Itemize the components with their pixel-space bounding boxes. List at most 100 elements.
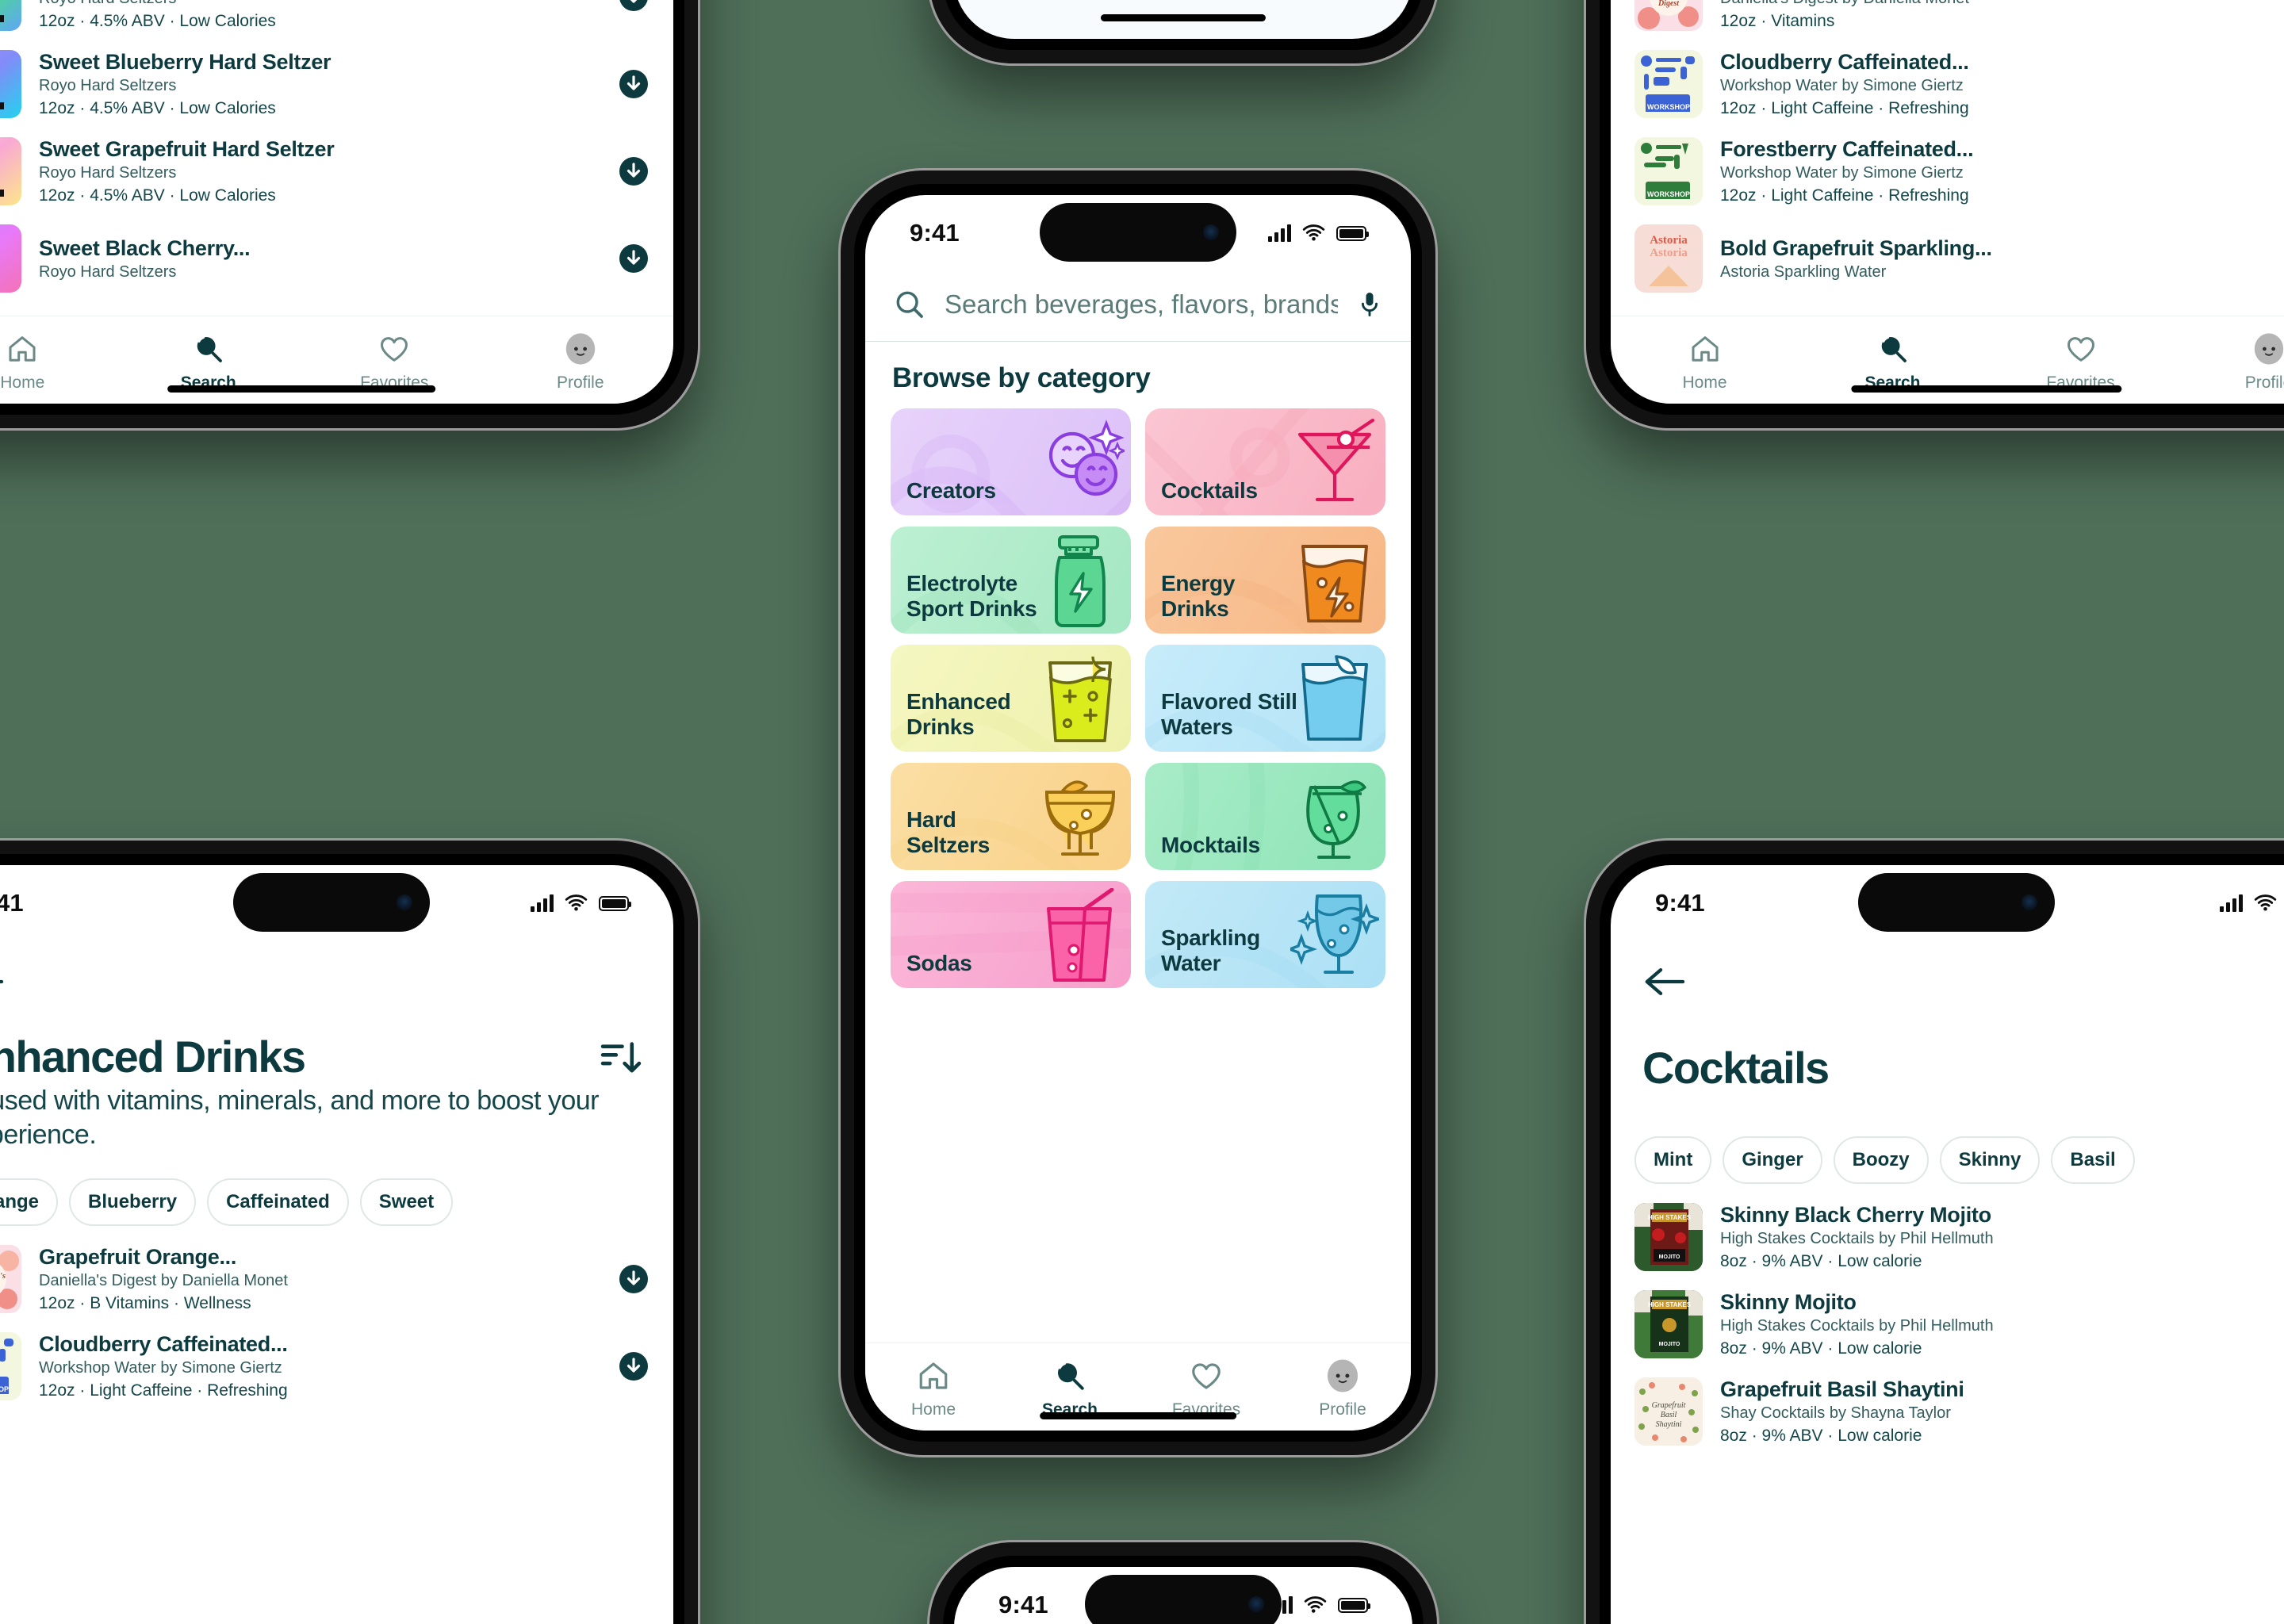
cellular-bars-icon <box>2220 894 2243 912</box>
category-tile-energy-drinks[interactable]: Energy Drinks <box>1145 527 1385 634</box>
category-grid[interactable]: Creators Cocktails Electrolyte Sport Dri… <box>865 408 1411 988</box>
filter-chip[interactable]: Orange <box>0 1178 59 1227</box>
filter-chip[interactable]: Mint <box>1634 1136 1712 1185</box>
phone-frame-enhanced-drinks: 9:41 Enhanced Drinks Infused with vitami… <box>0 841 698 1624</box>
category-tile-creators[interactable]: Creators <box>891 408 1131 515</box>
category-tile-flavored-still-waters[interactable]: Flavored Still Waters <box>1145 645 1385 752</box>
tab-label: Home <box>1682 373 1727 392</box>
product-spec: 12oz · Light Caffeine · Refreshing <box>1720 186 1969 205</box>
category-label: Sodas <box>906 950 972 975</box>
list-item[interactable]: HIGH STAKES MOJITO Skinny Mojito High Sta… <box>1611 1281 2284 1368</box>
category-tile-cocktails[interactable]: Cocktails <box>1145 408 1385 515</box>
back-arrow-icon[interactable] <box>1642 965 1687 998</box>
list-item[interactable]: ROYO Sweet Blueberry Hard Seltzer Royo H… <box>0 40 673 128</box>
list-item[interactable]: Astoria Astoria Bold Grapefruit Sparkling… <box>1611 215 2284 302</box>
filter-chip[interactable]: Blueberry <box>69 1178 197 1227</box>
home-icon <box>917 1358 950 1394</box>
tab-profile[interactable]: Profile <box>2175 331 2284 393</box>
still-water-icon <box>1290 652 1379 749</box>
enhanced-drinks-list[interactable]: Daniella'sDigest Grapefruit Orange... Da… <box>0 1235 673 1410</box>
microphone-icon[interactable] <box>1357 290 1382 319</box>
search-bar[interactable]: Search beverages, flavors, brands... <box>865 271 1411 342</box>
tab-home[interactable]: Home <box>865 1358 1002 1419</box>
download-icon[interactable] <box>618 0 650 13</box>
list-item[interactable]: HIGH STAKES MOJITO Skinny Black Cherry Mo… <box>1611 1193 2284 1281</box>
product-name: Forestberry Caffeinated... <box>1720 137 1974 161</box>
heart-icon <box>378 331 410 367</box>
svg-text:WORKSHOP: WORKSHOP <box>1647 190 1690 198</box>
category-tile-enhanced-drinks[interactable]: Enhanced Drinks <box>891 645 1131 752</box>
hard-seltzer-result-list[interactable]: SEAREDEMILY SEARS Orange Hard Seltzer Se… <box>0 0 673 302</box>
list-item[interactable]: ROYO Sweet Grapefruit Hard Seltzer Royo … <box>0 128 673 215</box>
cellular-bars-icon <box>1268 224 1291 242</box>
list-item[interactable]: WORKSHOP Cloudberry Caffeinated... Works… <box>0 1323 673 1410</box>
filter-chip-row[interactable]: Orange Blueberry Caffeinated Sweet <box>0 1151 673 1235</box>
filter-chip[interactable]: Ginger <box>1723 1136 1822 1185</box>
category-tile-hard-seltzers[interactable]: Hard Seltzers <box>891 763 1131 870</box>
product-brand: Workshop Water by Simone Giertz <box>39 1359 282 1377</box>
download-icon[interactable] <box>618 1350 650 1382</box>
search-icon <box>193 331 224 367</box>
svg-text:MOJITO: MOJITO <box>1659 1254 1680 1260</box>
filter-chip-row[interactable]: Mint Ginger Boozy Skinny Basil <box>1611 1090 2284 1193</box>
product-name: Sweet Grapefruit Hard Seltzer <box>39 137 335 161</box>
sparkling-result-list[interactable]: Strawberry Sparkling Water Bubble Oh! by… <box>1611 0 2284 302</box>
product-name: Sweet Black Cherry... <box>39 236 251 260</box>
svg-text:Grapefruit: Grapefruit <box>1652 1401 1686 1410</box>
product-thumbnail: ROYO <box>0 0 21 31</box>
tab-search[interactable]: Search <box>1002 1358 1138 1419</box>
home-indicator <box>1040 1412 1236 1419</box>
tab-search[interactable]: Search <box>116 331 302 393</box>
product-thumbnail: HIGH STAKES MOJITO <box>1634 1290 1703 1359</box>
svg-text:Daniella's: Daniella's <box>0 1271 6 1281</box>
tab-favorites[interactable]: Favorites <box>1138 1358 1274 1419</box>
svg-text:HIGH STAKES: HIGH STAKES <box>1648 1301 1692 1308</box>
cellular-bars-icon <box>531 894 554 912</box>
tab-favorites[interactable]: Favorites <box>1987 331 2175 393</box>
filter-chip[interactable]: Skinny <box>1939 1136 2041 1185</box>
product-thumbnail: WORKSHOP <box>0 1332 21 1401</box>
download-icon[interactable] <box>618 243 650 274</box>
product-spec: 12oz · 4.5% ABV · Low Calories <box>39 12 276 30</box>
list-item[interactable]: Daniella'sDigest Grapefruit Orange Vitam… <box>1611 0 2284 40</box>
list-item[interactable]: ROYO Sweet Black Cherry... Royo Hard Sel… <box>0 215 673 302</box>
filter-chip[interactable]: Basil <box>2051 1136 2135 1185</box>
tab-search[interactable]: Search <box>1799 331 1987 393</box>
home-icon <box>1689 331 1721 367</box>
list-item[interactable]: WORKSHOP Cloudberry Caffeinated... Works… <box>1611 40 2284 128</box>
tab-favorites[interactable]: Favorites <box>301 331 488 393</box>
product-name: Skinny Black Cherry Mojito <box>1720 1203 1991 1228</box>
filter-chip[interactable]: Caffeinated <box>207 1178 349 1227</box>
energy-glass-icon <box>1290 534 1379 630</box>
svg-text:MOJITO: MOJITO <box>1659 1342 1680 1347</box>
list-item[interactable]: ROYO Sweet Lime Hard Seltzer Royo Hard S… <box>0 0 673 40</box>
filter-chip[interactable]: Boozy <box>1833 1136 1929 1185</box>
category-label: Hard Seltzers <box>906 807 990 857</box>
tab-profile[interactable]: Profile <box>488 331 674 393</box>
back-row[interactable] <box>1611 941 2284 1007</box>
download-icon[interactable] <box>618 155 650 187</box>
sort-descending-icon[interactable] <box>600 1040 642 1077</box>
list-item[interactable]: Grapefruit Basil Shaytini Grapefruit Basil… <box>1611 1368 2284 1455</box>
category-label: Sparkling Water <box>1161 925 1260 975</box>
category-tile-sodas[interactable]: Sodas <box>891 881 1131 988</box>
sport-bottle-icon <box>1036 534 1125 630</box>
tab-home[interactable]: Home <box>0 331 116 393</box>
download-icon[interactable] <box>618 1263 650 1295</box>
category-tile-sparkling-water[interactable]: Sparkling Water <box>1145 881 1385 988</box>
download-icon[interactable] <box>618 68 650 100</box>
filter-chip[interactable]: Sweet <box>359 1178 454 1227</box>
back-arrow-icon[interactable] <box>0 965 6 998</box>
category-tile-electrolyte-sport-drinks[interactable]: Electrolyte Sport Drinks <box>891 527 1131 634</box>
product-spec: 12oz · Light Caffeine · Refreshing <box>39 1381 288 1400</box>
list-item[interactable]: WORKSHOP Forestberry Caffeinated... Work… <box>1611 128 2284 215</box>
list-item[interactable]: Daniella'sDigest Grapefruit Orange... Da… <box>0 1235 673 1323</box>
cocktails-list[interactable]: HIGH STAKES MOJITO Skinny Black Cherry Mo… <box>1611 1193 2284 1455</box>
page-title: Browse by category <box>892 362 1151 393</box>
search-input[interactable]: Search beverages, flavors, brands... <box>945 289 1338 320</box>
product-brand: Astoria Sparkling Water <box>1720 262 1887 281</box>
category-tile-mocktails[interactable]: Mocktails <box>1145 763 1385 870</box>
back-row[interactable] <box>0 941 673 1007</box>
tab-profile[interactable]: Profile <box>1274 1358 1411 1419</box>
tab-home[interactable]: Home <box>1611 331 1799 393</box>
